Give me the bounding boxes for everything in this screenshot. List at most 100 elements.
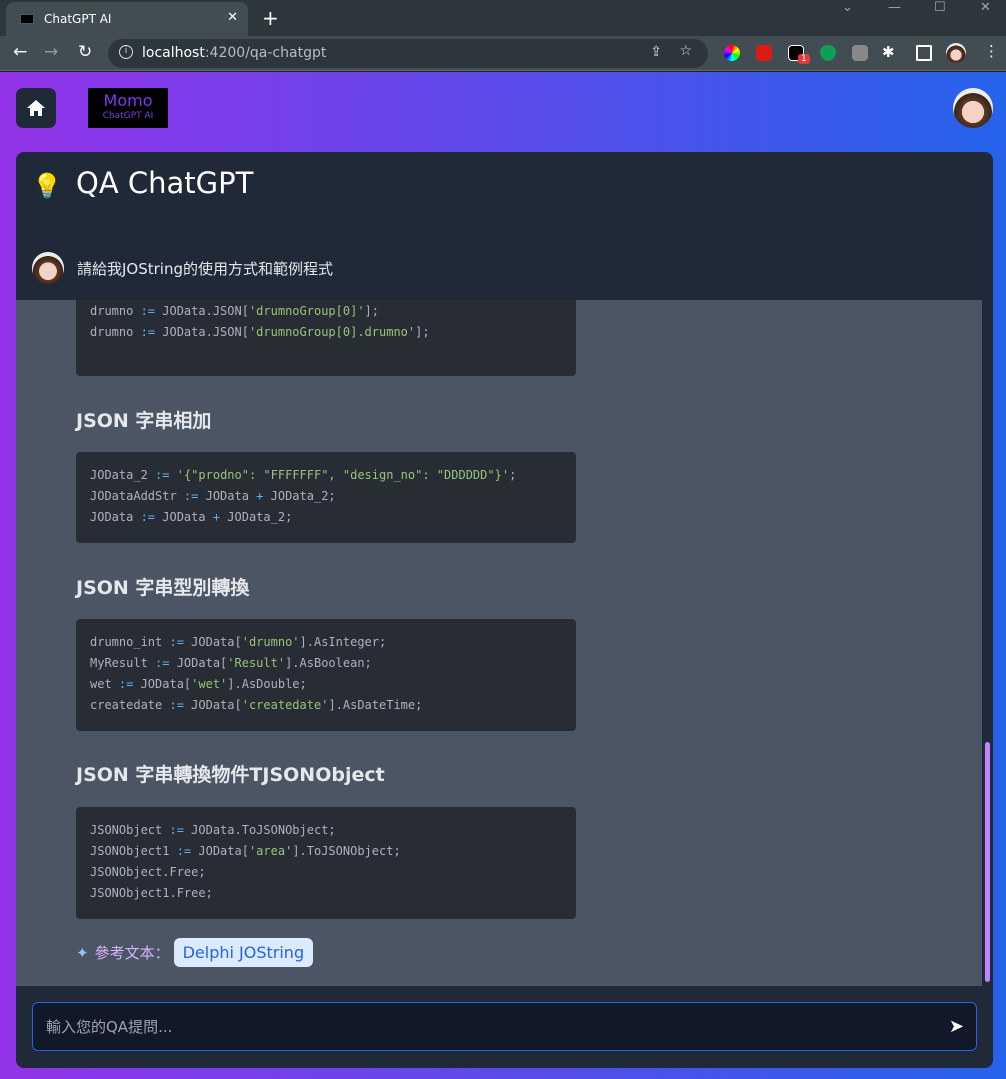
code-line: wet := JOData['wet'].AsDouble;	[90, 674, 562, 695]
shield-extension-icon[interactable]	[820, 45, 836, 61]
section-heading: JSON 字串型別轉換	[76, 577, 250, 599]
extension-icon[interactable]: 1	[788, 45, 810, 64]
code-token: +	[212, 510, 221, 524]
printer-extension-icon[interactable]	[852, 45, 868, 61]
code-token: :=	[183, 489, 199, 503]
code-token: ];	[415, 325, 430, 339]
code-token: :=	[169, 698, 184, 712]
code-token: ].ToJSONObject;	[292, 844, 401, 858]
question-input-box: ➤	[32, 1002, 977, 1051]
sparkles-icon: ✦	[76, 943, 89, 962]
question-input[interactable]	[33, 1003, 976, 1050]
profile-avatar[interactable]	[946, 43, 966, 63]
user-question: 請給我JOString的使用方式和範例程式	[32, 252, 333, 284]
minimize-button[interactable]: —	[888, 0, 901, 15]
bookmark-star-icon[interactable]: ☆	[679, 43, 692, 59]
section-heading: JSON 字串轉換物件TJSONObject	[76, 764, 385, 786]
code-token: JOData[	[133, 677, 192, 691]
code-token: 'createdate'	[241, 698, 329, 712]
maximize-button[interactable]: ☐	[934, 0, 946, 15]
code-token: JOData	[155, 510, 213, 524]
extension-badge: 1	[798, 54, 810, 64]
send-icon[interactable]: ➤	[949, 1016, 964, 1037]
code-token: JSONObject1.Free;	[90, 886, 213, 900]
info-icon[interactable]: i	[119, 45, 133, 59]
code-token: ].AsBoolean;	[285, 656, 372, 670]
home-icon	[27, 100, 45, 116]
new-tab-button[interactable]: +	[262, 6, 279, 30]
scrollbar-thumb[interactable]	[985, 742, 990, 982]
code-block: JOData_2 := '{"prodno": "FFFFFFF", "desi…	[76, 452, 576, 543]
code-line: drumno_int := JOData['drumno'].AsInteger…	[90, 632, 562, 653]
code-token: JODataAddStr	[90, 489, 184, 503]
section-heading: JSON 字串相加	[76, 410, 212, 432]
menu-icon[interactable]: ⋮	[984, 42, 999, 60]
favicon-icon	[20, 14, 34, 24]
code-token: drumno_int	[90, 635, 170, 649]
back-icon[interactable]: ←	[13, 42, 27, 62]
browser-toolbar: ← → ↻ i localhost:4200/qa-chatgpt ⇪ ☆ 1 ✱…	[0, 36, 1006, 71]
logo[interactable]: Momo ChatGPT AI	[88, 88, 168, 128]
code-token: JSONObject.Free;	[90, 865, 206, 879]
question-avatar	[32, 252, 64, 284]
code-token: ;	[509, 468, 517, 482]
answer-content[interactable]: ✦ 參考文本：Delphi JOString area_temp := JODat…	[16, 300, 982, 986]
code-token: :=	[140, 325, 156, 339]
code-block: drumno_int := JOData['drumno'].AsInteger…	[76, 619, 576, 731]
code-token: :=	[118, 677, 134, 691]
puzzle-icon[interactable]: ✱	[882, 43, 895, 61]
code-token: 'Result'	[227, 656, 286, 670]
code-line: JOData := JOData + JOData_2;	[90, 507, 562, 528]
code-token: JOData	[198, 489, 257, 503]
code-token: createdate	[90, 698, 170, 712]
browser-tab-bar: ChatGPT AI ✕ + ⌄ — ☐ ✕	[0, 0, 1006, 36]
code-token: 'drumno'	[241, 635, 300, 649]
page-title: QA ChatGPT	[76, 166, 254, 200]
code-token: JOData_2;	[220, 510, 293, 524]
forward-icon[interactable]: →	[44, 42, 58, 62]
code-token: JSONObject	[90, 823, 170, 837]
reference-label: 參考文本：	[94, 944, 170, 962]
reference-link[interactable]: Delphi JOString	[173, 938, 314, 967]
code-token: JOData.JSON[	[155, 304, 249, 318]
code-line: JOData_2 := '{"prodno": "FFFFFFF", "desi…	[90, 465, 562, 486]
address-bar[interactable]: i localhost:4200/qa-chatgpt ⇪ ☆	[108, 39, 708, 68]
code-token: JOData_2	[90, 468, 156, 482]
code-token: ].AsDateTime;	[328, 698, 423, 712]
code-line: drumno := JOData.JSON['drumnoGroup[0]'];	[90, 301, 562, 322]
lightbulb-icon: 💡	[32, 172, 62, 200]
code-token: :=	[176, 844, 192, 858]
share-icon[interactable]: ⇪	[650, 44, 662, 60]
question-text: 請給我JOString的使用方式和範例程式	[77, 259, 333, 278]
scrollbar[interactable]	[982, 300, 993, 986]
angular-extension-icon[interactable]	[756, 45, 772, 61]
logo-title: Momo	[103, 91, 153, 110]
code-line: drumno := JOData.JSON['drumnoGroup[0].dr…	[90, 322, 562, 343]
reload-icon[interactable]: ↻	[78, 42, 92, 62]
code-token: 'wet'	[191, 677, 228, 691]
code-token: 'drumnoGroup[0]'	[248, 304, 365, 318]
tab-search-icon[interactable]: ⌄	[842, 0, 853, 15]
code-token: JOData[	[183, 698, 242, 712]
close-tab-icon[interactable]: ✕	[227, 10, 238, 25]
code-block: area_temp := JOData.JSON['area.area_temp…	[76, 300, 576, 376]
code-token: JSONObject1	[90, 844, 177, 858]
code-token: JOData[	[183, 635, 242, 649]
close-window-button[interactable]: ✕	[980, 0, 991, 15]
browser-tab[interactable]: ChatGPT AI ✕	[6, 2, 248, 36]
code-line: createdate := JOData['createdate'].AsDat…	[90, 695, 562, 716]
side-panel-icon[interactable]	[916, 45, 932, 61]
code-token: :=	[155, 656, 170, 670]
code-token: JOData_2;	[263, 489, 336, 503]
home-button[interactable]	[16, 88, 56, 128]
code-token: MyResult	[90, 656, 156, 670]
user-avatar[interactable]	[953, 88, 993, 128]
code-token: ];	[364, 304, 379, 318]
code-token: 'drumnoGroup[0].drumno'	[248, 325, 416, 339]
reference: ✦ 參考文本： Delphi JOString	[76, 938, 314, 967]
code-token: JOData[	[191, 844, 249, 858]
url-path: :4200/qa-chatgpt	[204, 45, 327, 61]
code-token: :=	[140, 510, 156, 524]
color-extension-icon[interactable]	[724, 45, 740, 61]
